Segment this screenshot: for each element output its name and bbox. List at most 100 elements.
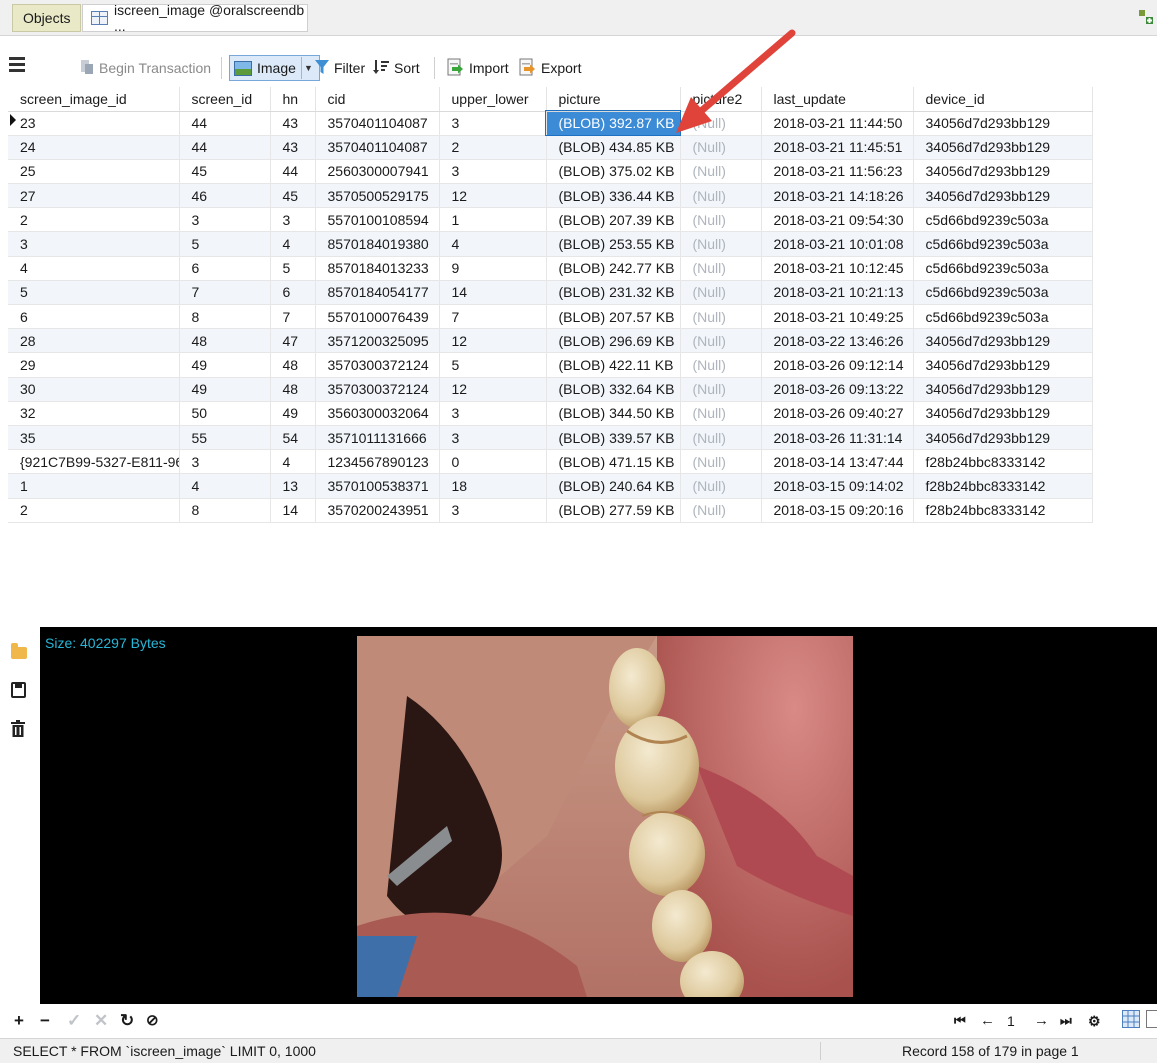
table-cell[interactable]: 34056d7d293bb129 (913, 352, 1093, 378)
table-cell[interactable]: 47 (270, 328, 316, 354)
table-cell[interactable]: 34056d7d293bb129 (913, 135, 1093, 160)
table-cell[interactable]: (Null) (680, 159, 762, 185)
table-cell[interactable]: 2018-03-21 14:18:26 (761, 183, 914, 209)
table-cell[interactable]: 48 (179, 328, 271, 354)
column-header[interactable]: picture (546, 87, 681, 112)
column-header[interactable]: last_update (761, 87, 914, 112)
table-cell[interactable]: 34056d7d293bb129 (913, 377, 1093, 402)
table-cell[interactable]: 32 (8, 401, 180, 426)
table-cell[interactable]: 2018-03-26 09:40:27 (761, 401, 914, 426)
sort-button[interactable]: Sort (373, 55, 420, 81)
table-cell[interactable]: 6 (270, 280, 316, 306)
table-cell[interactable]: (BLOB) 422.11 KB (546, 352, 681, 378)
table-row[interactable]: 24 44 43 3570401104087 2 (BLOB) 434.85 KB (Nul… (8, 135, 1093, 160)
gear-icon[interactable]: ⚙ (1088, 1012, 1101, 1030)
table-cell[interactable]: 2018-03-21 10:12:45 (761, 256, 914, 281)
table-cell[interactable]: (Null) (680, 256, 762, 281)
table-row[interactable]: 6 8 7 5570100076439 7 (BLOB) 207.57 KB (Null) 2… (8, 304, 1093, 330)
table-cell[interactable]: (Null) (680, 352, 762, 378)
table-cell[interactable]: 12 (439, 183, 547, 209)
table-cell[interactable]: 8570184054177 (315, 280, 440, 306)
table-row[interactable]: 5 7 6 8570184054177 14 (BLOB) 231.32 KB (Null)… (8, 280, 1093, 306)
table-cell[interactable]: 2018-03-21 11:45:51 (761, 135, 914, 160)
table-cell[interactable]: 7 (439, 304, 547, 330)
table-cell[interactable]: 5 (8, 280, 180, 306)
table-cell[interactable]: 2018-03-22 13:46:26 (761, 328, 914, 354)
table-cell[interactable]: 5 (439, 352, 547, 378)
table-cell[interactable]: 8570184013233 (315, 256, 440, 281)
table-row[interactable]: 25 45 44 2560300007941 3 (BLOB) 375.02 KB (Nul… (8, 159, 1093, 185)
table-cell[interactable]: 14 (439, 280, 547, 306)
table-cell[interactable]: 45 (179, 159, 271, 185)
table-cell[interactable]: 2018-03-15 09:14:02 (761, 473, 914, 499)
last-page-icon[interactable]: ⏭ (1060, 1012, 1072, 1030)
delete-record-icon[interactable]: − (40, 1012, 50, 1030)
table-cell[interactable]: 7 (179, 280, 271, 306)
table-cell[interactable]: f28b24bbc8333142 (913, 498, 1093, 523)
table-cell[interactable]: 8 (179, 304, 271, 330)
apply-changes-icon[interactable]: ✓ (67, 1012, 81, 1030)
table-cell[interactable]: 2 (8, 498, 180, 523)
table-cell[interactable]: 2560300007941 (315, 159, 440, 185)
table-cell[interactable]: (BLOB) 375.02 KB (546, 159, 681, 185)
table-cell[interactable]: 3571200325095 (315, 328, 440, 354)
table-cell[interactable]: 1234567890123 (315, 449, 440, 475)
new-tab-icon[interactable] (1139, 10, 1153, 24)
table-cell[interactable]: 3570401104087 (315, 111, 440, 136)
table-cell[interactable]: 5570100108594 (315, 207, 440, 233)
table-cell[interactable]: 3570300372124 (315, 377, 440, 402)
table-cell[interactable]: 2018-03-26 09:13:22 (761, 377, 914, 402)
column-header[interactable]: screen_image_id (8, 87, 180, 112)
table-cell[interactable]: 4 (270, 231, 316, 257)
table-cell[interactable]: {921C7B99-5327-E811-9688- (8, 449, 180, 475)
column-header[interactable]: cid (315, 87, 440, 112)
table-cell[interactable]: 3570100538371 (315, 473, 440, 499)
table-cell[interactable]: 7 (270, 304, 316, 330)
table-cell[interactable]: c5d66bd9239c503a (913, 207, 1093, 233)
table-cell[interactable]: (BLOB) 207.57 KB (546, 304, 681, 330)
table-cell[interactable]: 46 (179, 183, 271, 209)
grid-view-icon[interactable] (1122, 1010, 1140, 1032)
table-cell[interactable]: 48 (270, 377, 316, 402)
table-cell[interactable]: 2018-03-26 11:31:14 (761, 425, 914, 451)
table-cell[interactable]: 2 (439, 135, 547, 160)
table-cell[interactable]: (Null) (680, 377, 762, 402)
table-cell[interactable]: 35 (8, 425, 180, 451)
discard-changes-icon[interactable]: ✕ (94, 1012, 108, 1030)
table-cell[interactable]: 8570184019380 (315, 231, 440, 257)
table-cell[interactable]: 34056d7d293bb129 (913, 183, 1093, 209)
table-cell[interactable]: 4 (8, 256, 180, 281)
open-folder-icon[interactable] (11, 643, 27, 659)
table-cell[interactable]: (Null) (680, 401, 762, 426)
table-cell[interactable]: 34056d7d293bb129 (913, 111, 1093, 136)
table-cell[interactable]: 44 (179, 135, 271, 160)
table-cell[interactable]: 6 (179, 256, 271, 281)
table-cell[interactable]: (Null) (680, 183, 762, 209)
table-cell[interactable]: 12 (439, 328, 547, 354)
table-cell[interactable]: 54 (270, 425, 316, 451)
table-cell[interactable]: 2018-03-21 10:21:13 (761, 280, 914, 306)
table-cell[interactable]: 2018-03-21 10:01:08 (761, 231, 914, 257)
table-cell[interactable]: 2018-03-26 09:12:14 (761, 352, 914, 378)
table-cell[interactable]: c5d66bd9239c503a (913, 304, 1093, 330)
trash-icon[interactable] (11, 720, 25, 737)
table-cell[interactable]: 24 (8, 135, 180, 160)
chevron-down-icon[interactable]: ▼ (300, 57, 315, 79)
form-view-icon[interactable] (1146, 1010, 1157, 1032)
table-cell[interactable]: (BLOB) 242.77 KB (546, 256, 681, 281)
table-cell[interactable]: 28 (8, 328, 180, 354)
column-header[interactable]: device_id (913, 87, 1093, 112)
table-cell[interactable]: 3 (439, 401, 547, 426)
column-header[interactable]: screen_id (179, 87, 271, 112)
previous-page-icon[interactable]: ← (980, 1012, 995, 1030)
table-row[interactable]: {921C7B99-5327-E811-9688-341234567890123… (8, 449, 1093, 475)
table-cell[interactable]: (BLOB) 434.85 KB (546, 135, 681, 160)
table-cell[interactable]: 2018-03-14 13:47:44 (761, 449, 914, 475)
next-page-icon[interactable]: → (1034, 1012, 1049, 1030)
table-cell[interactable]: 6 (8, 304, 180, 330)
first-page-icon[interactable]: ⏮ (954, 1012, 966, 1030)
table-cell[interactable]: (BLOB) 471.15 KB (546, 449, 681, 475)
table-cell[interactable]: (BLOB) 277.59 KB (546, 498, 681, 523)
table-cell[interactable]: (Null) (680, 111, 762, 136)
image-view-button[interactable]: Image ▼ (229, 55, 320, 81)
